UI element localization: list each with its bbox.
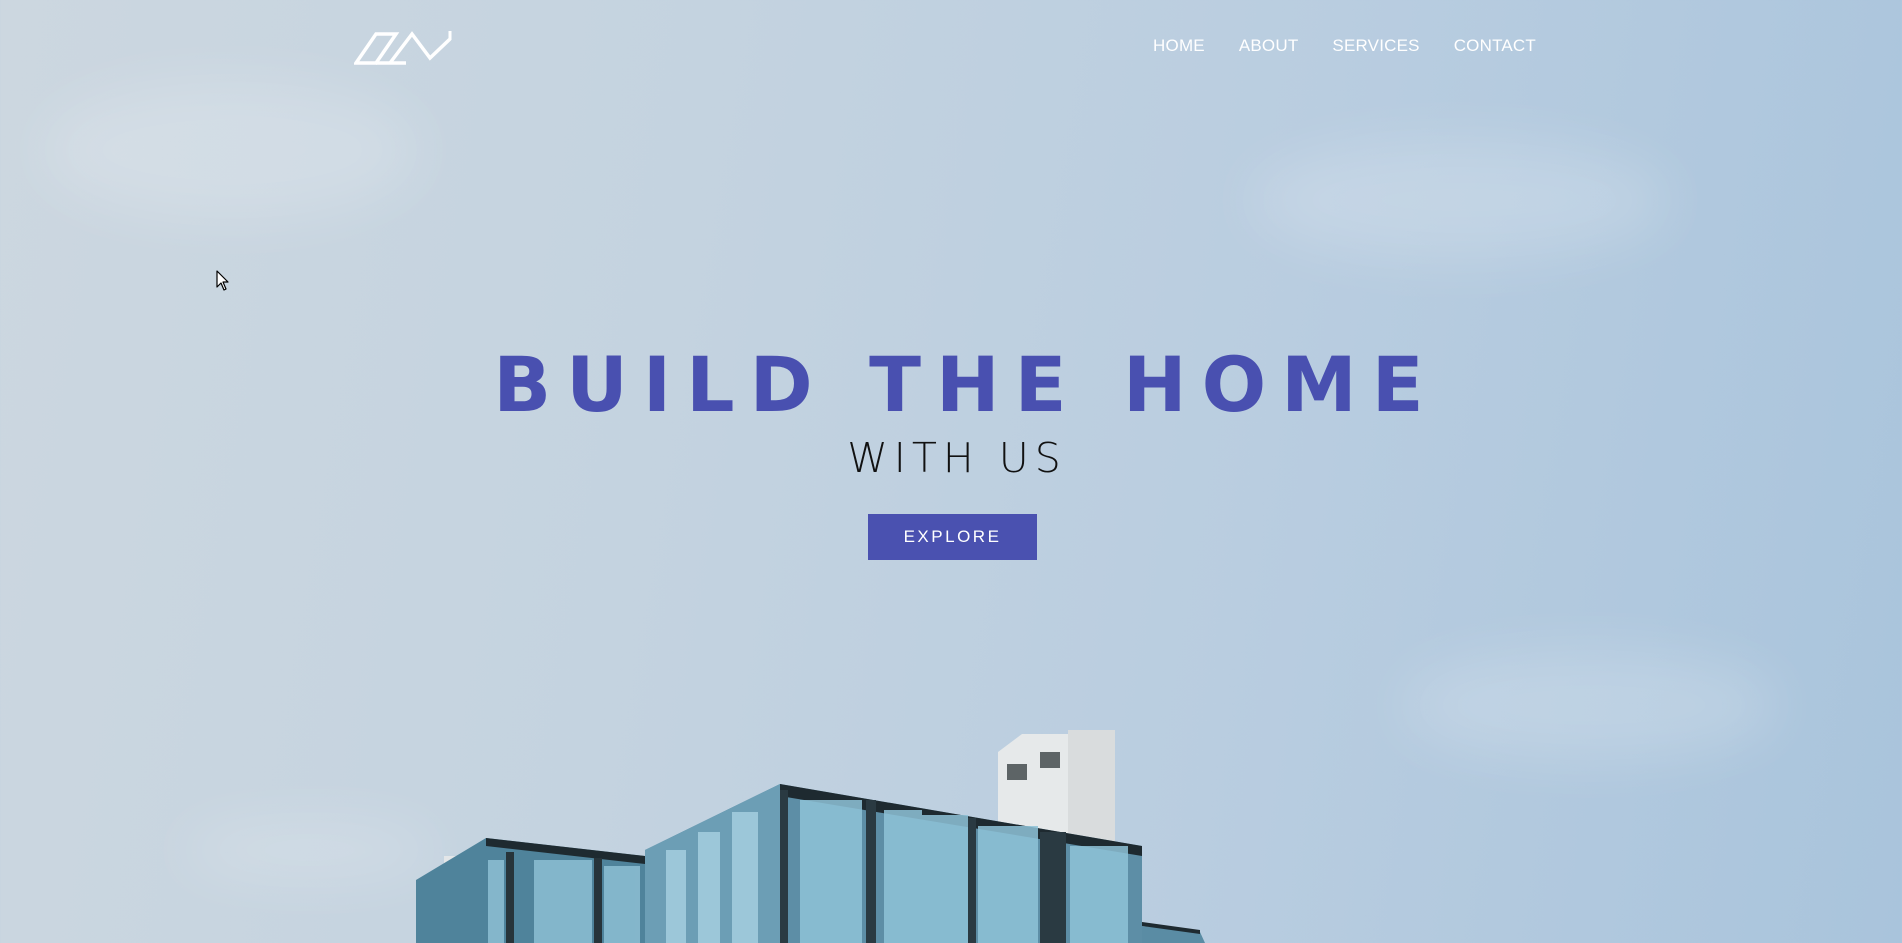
main-nav: HOME ABOUT SERVICES CONTACT — [1119, 36, 1536, 56]
nav-link-home[interactable]: HOME — [1153, 36, 1205, 56]
house-roof-logo[interactable] — [354, 30, 454, 66]
top-navbar: HOME ABOUT SERVICES CONTACT — [0, 0, 1902, 96]
nav-link-about[interactable]: ABOUT — [1239, 36, 1299, 56]
hero-subtitle: WITH US — [847, 434, 1067, 482]
nav-link-contact[interactable]: CONTACT — [1454, 36, 1536, 56]
explore-button[interactable]: EXPLORE — [868, 514, 1037, 560]
nav-link-services[interactable]: SERVICES — [1332, 36, 1419, 56]
mouse-cursor-icon — [216, 270, 229, 291]
hero-title: BUILD THE HOME — [493, 340, 1439, 429]
